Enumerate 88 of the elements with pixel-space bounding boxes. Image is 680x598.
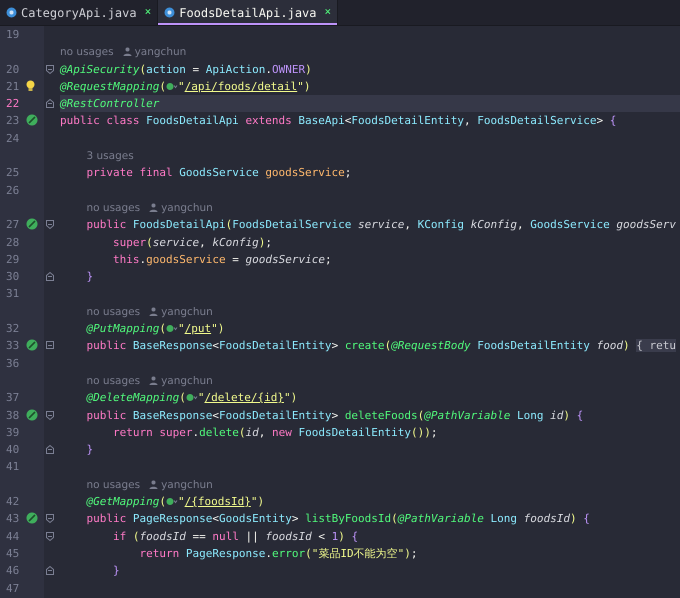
fold-marker-icon[interactable] — [45, 530, 55, 542]
bean-icon[interactable] — [26, 408, 38, 421]
person-icon — [149, 376, 158, 385]
line-number: 26 — [5, 182, 20, 199]
line-number: 33 — [5, 338, 20, 354]
line-number: 31 — [5, 286, 20, 302]
code-line: this.goodsService = goodsService; — [112, 252, 332, 266]
close-icon[interactable]: × — [324, 4, 332, 21]
fold-marker-icon[interactable] — [45, 64, 55, 75]
code-line: return PageResponse.error("菜品ID不能为空"); — [138, 546, 418, 560]
bean-icon[interactable] — [26, 339, 38, 352]
bean-icon[interactable] — [26, 114, 38, 126]
fold-marker-icon[interactable] — [45, 444, 55, 456]
line-number: 27 — [5, 217, 20, 234]
author-hint[interactable]: yangchun — [161, 478, 213, 491]
bean-icon[interactable] — [26, 512, 38, 524]
code-line: } — [85, 270, 94, 284]
code-line: @RequestMapping( "/api/foods/detail") — [60, 80, 310, 93]
fold-marker-icon[interactable] — [45, 565, 55, 576]
code-line: @PutMapping( "/put") — [85, 322, 224, 336]
globe-icon[interactable] — [166, 82, 178, 91]
code-line: @DeleteMapping( "/delete/{id}") — [85, 391, 298, 404]
line-number: 39 — [5, 424, 20, 441]
code-line: @ApiSecurity(action = ApiAction.OWNER) — [60, 62, 312, 76]
class-icon — [6, 7, 17, 18]
author-hint[interactable]: yangchun — [161, 306, 213, 318]
editor-tab[interactable]: FoodsDetailApi.java × — [158, 0, 338, 25]
code-line: public BaseResponse<FoodsDetailEntity> create(@RequestBody FoodsDetailEntity food) { retu — [85, 339, 676, 352]
fold-marker-icon[interactable] — [45, 98, 55, 110]
globe-icon[interactable] — [186, 393, 198, 402]
author-hint[interactable]: yangchun — [134, 46, 186, 58]
code-line: public PageResponse<GoodsEntity> listByFoodsId(@PathVariable Long foodsId) { — [85, 512, 590, 526]
fold-marker-icon[interactable] — [45, 219, 55, 230]
usages-hint[interactable]: no usages — [60, 46, 114, 58]
line-number: 46 — [5, 563, 20, 580]
line-number: 21 — [5, 78, 20, 95]
lightbulb-icon[interactable] — [26, 80, 35, 92]
person-icon — [149, 202, 158, 212]
code-line: } — [112, 564, 120, 578]
line-number: 40 — [5, 442, 20, 458]
code-line: public FoodsDetailApi(FoodsDetailService service, KConfig kConfig, GoodsService goodsServ — [85, 218, 676, 232]
line-number: 24 — [5, 130, 20, 147]
line-number: 23 — [5, 113, 20, 130]
person-icon — [149, 306, 158, 316]
code-line: private final GoodsService goodsService; — [85, 166, 352, 180]
line-number: 30 — [5, 269, 20, 286]
line-number: 25 — [5, 165, 20, 182]
globe-icon[interactable] — [166, 497, 178, 506]
author-hint[interactable]: yangchun — [161, 202, 213, 214]
fold-marker-icon[interactable] — [45, 340, 55, 352]
code-line: public class FoodsDetailApi extends BaseApi<FoodsDetailEntity, FoodsDetailService> { — [60, 114, 616, 128]
line-number: 42 — [5, 494, 20, 510]
line-number: 22 — [5, 96, 20, 112]
line-number: 44 — [5, 528, 20, 545]
code-line: return super.delete(id, new FoodsDetailEntity()); — [112, 426, 438, 439]
code-line: if (foodsId == null || foodsId < 1) { — [112, 530, 358, 543]
fold-marker-icon[interactable] — [45, 410, 55, 421]
line-number: 32 — [5, 321, 20, 338]
code-line: } — [85, 443, 94, 456]
line-number: 28 — [5, 234, 20, 251]
usages-hint[interactable]: no usages — [86, 306, 140, 318]
line-number: 38 — [5, 408, 20, 424]
code-line: public BaseResponse<FoodsDetailEntity> deleteFoods(@PathVariable Long id) { — [85, 408, 584, 422]
class-icon — [164, 7, 176, 18]
line-number: 45 — [5, 546, 20, 562]
person-icon — [149, 480, 158, 489]
code-line: @RestController — [60, 97, 160, 110]
line-number: 43 — [5, 511, 20, 528]
fold-marker-icon[interactable] — [45, 271, 55, 282]
usages-hint[interactable]: no usages — [86, 202, 140, 214]
line-number: 37 — [5, 390, 20, 406]
close-icon[interactable]: × — [144, 4, 152, 21]
person-icon — [122, 47, 132, 56]
line-number: 36 — [5, 356, 20, 372]
line-number: 20 — [5, 62, 20, 78]
author-hint[interactable]: yangchun — [161, 374, 213, 387]
line-number: 29 — [5, 252, 20, 268]
code-line: @GetMapping( "/{foodsId}") — [85, 495, 264, 508]
bean-icon[interactable] — [26, 218, 38, 230]
fold-marker-icon[interactable] — [45, 513, 55, 524]
line-number: 19 — [5, 27, 20, 43]
code-line: super(service, kConfig); — [112, 236, 272, 249]
line-number: 41 — [5, 459, 20, 476]
usages-hint[interactable]: no usages — [86, 478, 140, 491]
line-number: 47 — [5, 580, 20, 596]
usages-hint[interactable]: no usages — [86, 374, 140, 387]
globe-icon[interactable] — [166, 324, 178, 334]
usages-hint[interactable]: 3 usages — [86, 150, 134, 162]
